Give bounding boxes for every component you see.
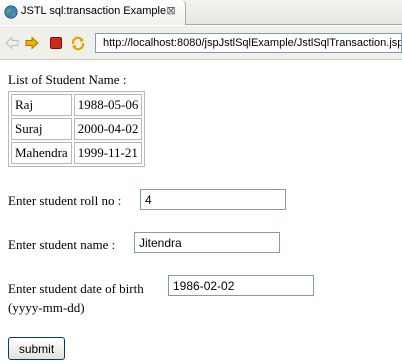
submit-button[interactable]: submit — [8, 337, 65, 360]
address-bar[interactable]: http://localhost:8080/jspJstlSqlExample/… — [95, 33, 402, 53]
table-row: Suraj 2000-04-02 — [11, 118, 143, 140]
student-dob-cell: 1999-11-21 — [73, 142, 143, 164]
student-name-label: Enter student name : — [8, 237, 116, 252]
roll-no-input[interactable] — [140, 189, 286, 210]
browser-tab[interactable]: JSTL sql:transaction Example ⊠ — [0, 0, 186, 25]
student-name-input[interactable] — [134, 232, 280, 253]
student-name-cell: Suraj — [11, 118, 72, 140]
stop-icon[interactable] — [48, 35, 64, 51]
page-content: List of Student Name : Raj 1988-05-06 Su… — [0, 61, 402, 363]
table-row: Mahendra 1999-11-21 — [11, 142, 143, 164]
student-dob-cell: 2000-04-02 — [73, 118, 143, 140]
dob-input[interactable] — [168, 275, 314, 296]
back-arrow-icon[interactable] — [4, 35, 20, 51]
tab-title: JSTL sql:transaction Example — [21, 5, 167, 17]
forward-arrow-icon[interactable] — [24, 35, 40, 51]
student-table: Raj 1988-05-06 Suraj 2000-04-02 Mahendra… — [8, 91, 146, 167]
refresh-icon[interactable] — [70, 35, 86, 51]
dob-format-hint: (yyyy-mm-dd) — [8, 300, 85, 315]
dob-label: Enter student date of birth — [8, 281, 144, 296]
globe-icon — [4, 5, 18, 19]
navigation-toolbar: http://localhost:8080/jspJstlSqlExample/… — [0, 26, 402, 60]
student-list-title: List of Student Name : — [8, 72, 127, 87]
close-tab-icon[interactable]: ⊠ — [165, 5, 177, 17]
table-row: Raj 1988-05-06 — [11, 94, 143, 116]
roll-no-label: Enter student roll no : — [8, 193, 122, 208]
student-name-cell: Mahendra — [11, 142, 72, 164]
tab-strip: JSTL sql:transaction Example ⊠ — [0, 0, 402, 25]
student-dob-cell: 1988-05-06 — [73, 94, 143, 116]
student-name-cell: Raj — [11, 94, 72, 116]
